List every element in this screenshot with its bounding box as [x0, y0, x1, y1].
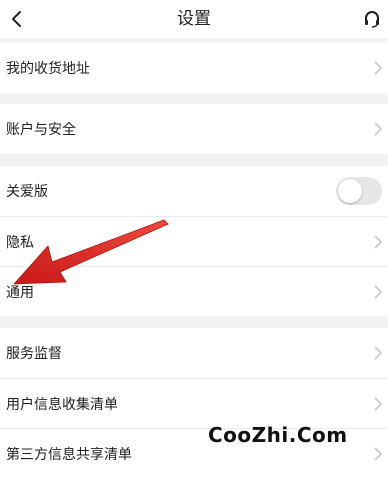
- settings-row-user-info-list[interactable]: 用户信息收集清单: [0, 378, 388, 428]
- row-label: 服务监督: [6, 346, 62, 362]
- settings-group-general: 关爱版 隐私 通用: [0, 166, 388, 316]
- row-label: 用户信息收集清单: [6, 396, 118, 413]
- settings-row-care-mode[interactable]: 关爱版: [0, 166, 388, 216]
- watermark-text: CooZhi.Com: [208, 423, 348, 447]
- row-label: 关爱版: [6, 184, 48, 200]
- row-label: 我的收货地址: [6, 61, 90, 77]
- chevron-right-icon: [374, 284, 382, 299]
- settings-group-info: 服务监督 用户信息收集清单 第三方信息共享清单: [0, 328, 388, 478]
- customer-service-button[interactable]: [360, 6, 384, 32]
- toggle-knob: [338, 179, 362, 203]
- settings-row-account-security[interactable]: 账户与安全: [0, 104, 388, 154]
- settings-group-address: 我的收货地址: [0, 43, 388, 93]
- row-label: 账户与安全: [6, 122, 76, 138]
- row-label: 隐私: [6, 234, 34, 251]
- chevron-right-icon: [374, 346, 382, 360]
- nav-bar: 设置: [0, 0, 388, 38]
- care-mode-toggle[interactable]: [336, 177, 382, 205]
- settings-row-privacy[interactable]: 隐私: [0, 216, 388, 266]
- page-title: 设置: [177, 9, 211, 29]
- chevron-right-icon: [374, 396, 382, 411]
- chevron-right-icon: [374, 446, 382, 461]
- settings-group-account: 账户与安全: [0, 104, 388, 154]
- chevron-right-icon: [374, 122, 382, 136]
- row-label: 通用: [6, 284, 34, 301]
- chevron-right-icon: [374, 61, 382, 75]
- settings-row-shipping-address[interactable]: 我的收货地址: [0, 43, 388, 93]
- settings-row-general[interactable]: 通用: [0, 266, 388, 316]
- settings-row-service-supervision[interactable]: 服务监督: [0, 328, 388, 378]
- headset-icon: [365, 11, 379, 28]
- chevron-right-icon: [374, 234, 382, 249]
